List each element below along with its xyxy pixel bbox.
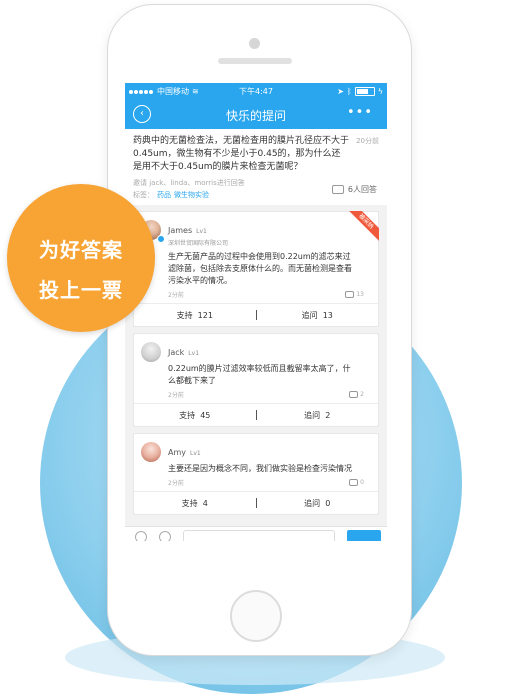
support-label: 支持 bbox=[176, 310, 193, 320]
comment-icon bbox=[349, 479, 359, 486]
answer-card: Jack Lv1 0.22um的膜片过滤效率较低而且截留率太高了，什么都截下来了 … bbox=[133, 333, 379, 427]
answer-time: 2分前 bbox=[168, 480, 184, 487]
author-level: Lv1 bbox=[190, 450, 201, 457]
answer-text: 0.22um的膜片过滤效率较低而且截留率太高了，什么都截下来了 bbox=[168, 364, 351, 385]
followup-button[interactable]: 追问 13 bbox=[257, 310, 379, 321]
followup-count: 13 bbox=[322, 310, 333, 320]
emoji-icon[interactable] bbox=[159, 531, 171, 541]
verified-icon bbox=[157, 235, 165, 243]
reply-input[interactable] bbox=[183, 530, 335, 541]
earpiece-speaker bbox=[218, 58, 292, 64]
support-button[interactable]: 支持 4 bbox=[134, 498, 256, 509]
chat-bubble-icon bbox=[331, 185, 344, 194]
battery-icon bbox=[354, 86, 375, 96]
answer-author[interactable]: Amy bbox=[168, 448, 186, 457]
comment-count[interactable]: 2 bbox=[349, 390, 364, 399]
tag-microbiology[interactable]: 微生物实验 bbox=[174, 191, 209, 199]
support-button[interactable]: 支持 45 bbox=[134, 410, 256, 421]
support-label: 支持 bbox=[179, 410, 196, 420]
phone-screen: 中国移动 ≋ 下午4:47 ➤ ᛒ ϟ ‹ 快乐的提问 ••• 药典中的无菌检查… bbox=[125, 83, 387, 541]
nav-bar: ‹ 快乐的提问 ••• bbox=[125, 99, 387, 129]
answer-card: Amy Lv1 主要还是因为概念不同，我们做实验是检查污染情况 2分前 0 支持 … bbox=[133, 433, 379, 515]
author-level: Lv1 bbox=[188, 350, 200, 357]
followup-count: 0 bbox=[325, 498, 331, 508]
answer-text: 生产无菌产品的过程中会使用到0.22um的滤芯来过滤除菌，包括除去支原体什么的。… bbox=[168, 252, 352, 285]
comment-count-label: 2 bbox=[360, 391, 364, 398]
status-bar: 中国移动 ≋ 下午4:47 ➤ ᛒ ϟ bbox=[125, 83, 387, 99]
question-card: 药典中的无菌检查法，无菌检查用的膜片孔径应不大于0.45um，微生物有不少是小于… bbox=[125, 129, 387, 205]
avatar[interactable] bbox=[141, 342, 161, 362]
promo-badge: 为好答案 投上一票 bbox=[7, 184, 155, 332]
comment-count-label: 0 bbox=[360, 479, 364, 486]
send-button[interactable] bbox=[347, 530, 381, 541]
followup-button[interactable]: 追问 0 bbox=[257, 498, 379, 509]
followup-label: 追问 bbox=[301, 310, 318, 320]
answer-text: 主要还是因为概念不同，我们做实验是检查污染情况 bbox=[168, 464, 352, 473]
comment-count[interactable]: 0 bbox=[349, 478, 364, 487]
tags-label: 标签： bbox=[133, 191, 154, 199]
voice-icon[interactable] bbox=[135, 531, 147, 541]
more-button[interactable]: ••• bbox=[347, 105, 373, 120]
comment-count-label: 13 bbox=[356, 291, 364, 298]
followup-label: 追问 bbox=[304, 498, 321, 508]
answer-time: 2分前 bbox=[168, 292, 184, 299]
comment-count[interactable]: 13 bbox=[345, 290, 364, 299]
support-button[interactable]: 支持 121 bbox=[134, 310, 256, 321]
support-count: 4 bbox=[202, 498, 208, 508]
status-time: 下午4:47 bbox=[239, 86, 273, 96]
promo-line-1: 为好答案 bbox=[39, 238, 123, 262]
author-level: Lv1 bbox=[196, 228, 207, 235]
followup-label: 追问 bbox=[304, 410, 321, 420]
followup-button[interactable]: 追问 2 bbox=[257, 410, 379, 421]
author-company: 深圳世贸国际有限公司 bbox=[168, 240, 229, 247]
reply-bar bbox=[125, 526, 387, 541]
followup-count: 2 bbox=[325, 410, 331, 420]
question-text: 药典中的无菌检查法，无菌检查用的膜片孔径应不大于0.45um，微生物有不少是小于… bbox=[133, 136, 350, 172]
home-button[interactable] bbox=[230, 590, 282, 642]
answer-count[interactable]: 6人回答 bbox=[331, 184, 377, 195]
comment-icon bbox=[345, 291, 355, 298]
tag-drug[interactable]: 药品 bbox=[157, 191, 171, 199]
front-camera bbox=[249, 38, 260, 49]
support-count: 45 bbox=[200, 410, 211, 420]
answer-author[interactable]: Jack bbox=[168, 348, 184, 357]
avatar[interactable] bbox=[141, 442, 161, 462]
promo-line-2: 投上一票 bbox=[39, 278, 123, 302]
answer-time: 2分前 bbox=[168, 392, 184, 399]
question-time: 20分前 bbox=[356, 137, 379, 145]
support-label: 支持 bbox=[181, 498, 198, 508]
answer-count-label: 6人回答 bbox=[347, 185, 377, 194]
comment-icon bbox=[349, 391, 359, 398]
answer-author[interactable]: James bbox=[168, 226, 192, 235]
support-count: 121 bbox=[197, 310, 213, 320]
answer-card: 被采纳 James Lv1 深圳世贸国际有限公司 生产无菌产品的过程中会使用到0.… bbox=[133, 211, 379, 327]
